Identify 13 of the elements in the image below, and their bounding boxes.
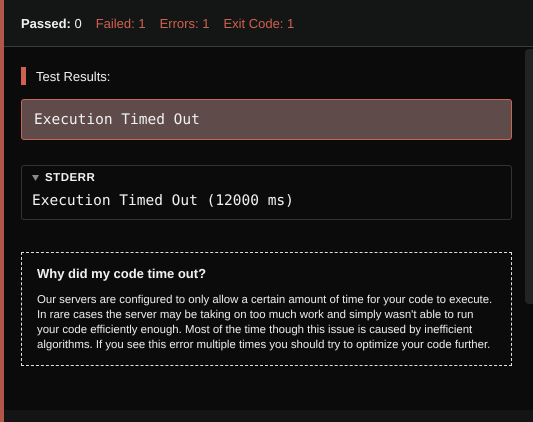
help-text: Our servers are configured to only allow a certain amount of time for your code to execute. In rare cases the server may be taking on too much work and simply wasn't able to run your code efficiently enough. Most of the time though this issue is caused by inefficient algorithms. If you see this error multiple times you should try to optimize your code further. (37, 293, 494, 353)
stat-text: Passed: 0 (21, 16, 82, 30)
caret-icon (32, 175, 39, 181)
section-heading: Test Results: (36, 68, 110, 84)
stat-text: Exit Code: 1 (223, 16, 294, 30)
stderr-output: Execution Timed Out (12000 ms) (32, 193, 295, 209)
result-message: Execution Timed Out (21, 99, 512, 140)
scrollbar[interactable] (525, 49, 533, 304)
stat-text: Failed: 1 (96, 16, 146, 30)
help-title: Why did my code time out? (37, 266, 208, 281)
accent-bar (21, 67, 26, 85)
stderr-toggle[interactable]: STDERR (32, 172, 96, 184)
stat-text: Errors: 1 (160, 16, 210, 30)
